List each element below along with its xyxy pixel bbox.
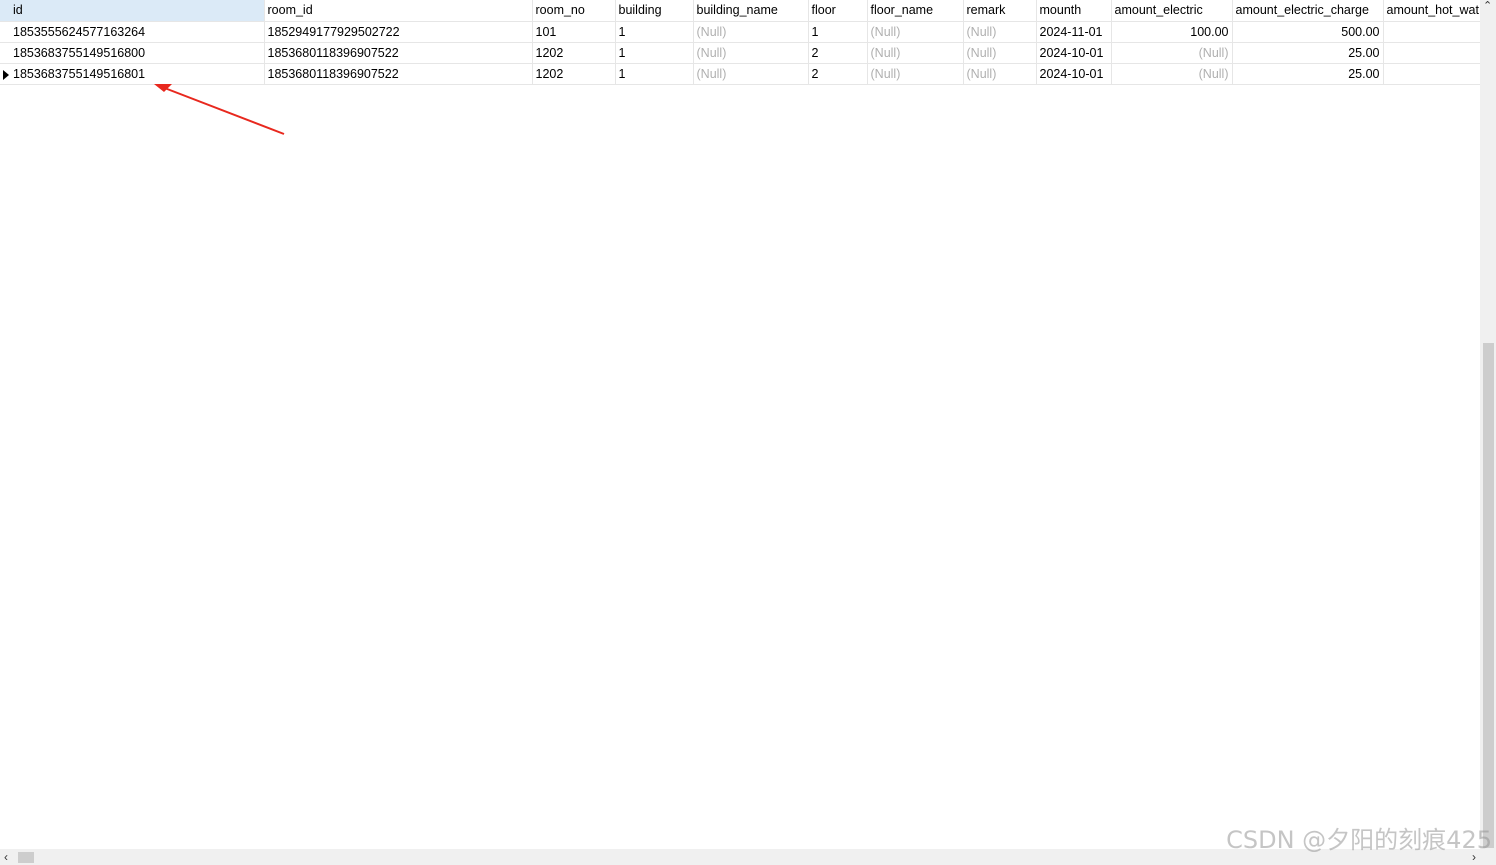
cell-amount-electric-charge[interactable]: 25.00	[1232, 63, 1384, 85]
cell-amount-hot-water[interactable]	[1383, 63, 1480, 85]
col-header-mounth[interactable]: mounth	[1036, 0, 1112, 22]
cell-id[interactable]: 1853683755149516800	[0, 42, 265, 64]
results-table: id room_id room_no building building_nam…	[0, 0, 1480, 85]
cell-amount-electric[interactable]: 100.00	[1111, 21, 1233, 43]
cell-floor[interactable]: 2	[808, 63, 868, 85]
cell-building[interactable]: 1	[615, 21, 694, 43]
cell-building[interactable]: 1	[615, 42, 694, 64]
cell-room-no[interactable]: 101	[532, 21, 616, 43]
cell-remark[interactable]: (Null)	[963, 42, 1037, 64]
cell-floor-name[interactable]: (Null)	[867, 63, 964, 85]
col-header-building-name[interactable]: building_name	[693, 0, 809, 22]
scroll-up-icon[interactable]: ⌃	[1483, 1, 1492, 12]
table-row[interactable]: 1853683755149516800 1853680118396907522 …	[0, 42, 1480, 64]
cell-amount-hot-water[interactable]	[1383, 42, 1480, 64]
col-header-building[interactable]: building	[615, 0, 694, 22]
header-row: id room_id room_no building building_nam…	[0, 0, 1480, 22]
col-header-amount-hot-water[interactable]: amount_hot_wat	[1383, 0, 1480, 22]
table-row-selected[interactable]: 1853683755149516801 1853680118396907522 …	[0, 63, 1480, 85]
vertical-scrollbar[interactable]: ⌃	[1480, 0, 1496, 849]
cell-remark[interactable]: (Null)	[963, 21, 1037, 43]
cell-amount-hot-water[interactable]	[1383, 21, 1480, 43]
horizontal-scroll-thumb[interactable]	[18, 852, 34, 863]
cell-building-name[interactable]: (Null)	[693, 63, 809, 85]
cell-id[interactable]: 1853555624577163264	[0, 21, 265, 43]
cell-id[interactable]: 1853683755149516801	[0, 63, 265, 85]
cell-floor[interactable]: 2	[808, 42, 868, 64]
cell-floor[interactable]: 1	[808, 21, 868, 43]
scroll-left-icon[interactable]: ‹	[4, 850, 8, 864]
cell-building-name[interactable]: (Null)	[693, 21, 809, 43]
cell-amount-electric[interactable]: (Null)	[1111, 63, 1233, 85]
cell-room-no[interactable]: 1202	[532, 63, 616, 85]
cell-remark[interactable]: (Null)	[963, 63, 1037, 85]
col-header-remark[interactable]: remark	[963, 0, 1037, 22]
data-grid: id room_id room_no building building_nam…	[0, 0, 1480, 849]
cell-id-text: 1853683755149516801	[13, 66, 146, 81]
cell-mounth[interactable]: 2024-10-01	[1036, 63, 1112, 85]
cell-mounth[interactable]: 2024-11-01	[1036, 21, 1112, 43]
col-header-amount-electric-charge[interactable]: amount_electric_charge	[1232, 0, 1384, 22]
cell-room-id[interactable]: 1853680118396907522	[264, 42, 533, 64]
col-header-room-no[interactable]: room_no	[532, 0, 616, 22]
cell-mounth[interactable]: 2024-10-01	[1036, 42, 1112, 64]
row-indicator-icon	[3, 69, 9, 80]
col-header-floor[interactable]: floor	[808, 0, 868, 22]
table-row[interactable]: 1853555624577163264 1852949177929502722 …	[0, 21, 1480, 43]
cell-floor-name[interactable]: (Null)	[867, 42, 964, 64]
cell-floor-name[interactable]: (Null)	[867, 21, 964, 43]
cell-room-id[interactable]: 1853680118396907522	[264, 63, 533, 85]
watermark: CSDN @夕阳的刻痕425	[1226, 826, 1492, 854]
cell-building-name[interactable]: (Null)	[693, 42, 809, 64]
col-header-id[interactable]: id	[0, 0, 265, 22]
cell-building[interactable]: 1	[615, 63, 694, 85]
col-header-amount-electric[interactable]: amount_electric	[1111, 0, 1233, 22]
cell-room-id[interactable]: 1852949177929502722	[264, 21, 533, 43]
col-header-floor-name[interactable]: floor_name	[867, 0, 964, 22]
cell-room-no[interactable]: 1202	[532, 42, 616, 64]
col-header-room-id[interactable]: room_id	[264, 0, 533, 22]
cell-amount-electric-charge[interactable]: 500.00	[1232, 21, 1384, 43]
cell-amount-electric-charge[interactable]: 25.00	[1232, 42, 1384, 64]
cell-amount-electric[interactable]: (Null)	[1111, 42, 1233, 64]
vertical-scroll-thumb[interactable]	[1483, 343, 1494, 848]
